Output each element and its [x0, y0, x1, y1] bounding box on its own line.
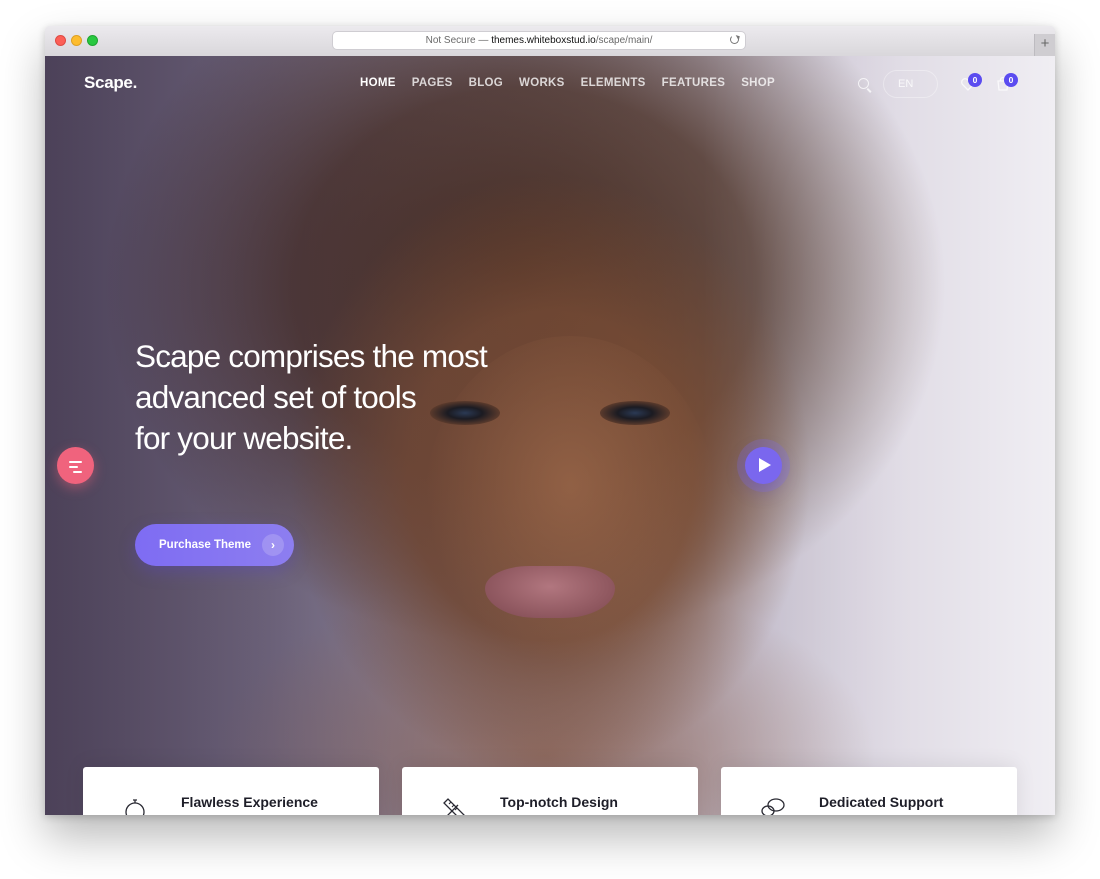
stopwatch-icon [125, 799, 145, 815]
feature-title: Dedicated Support [819, 794, 944, 810]
url-host: themes.whiteboxstud.io [491, 35, 596, 46]
language-selector[interactable]: EN [883, 70, 938, 98]
address-bar[interactable]: Not Secure — themes.whiteboxstud.io/scap… [333, 32, 745, 49]
nav-item-elements[interactable]: ELEMENTS [581, 77, 646, 89]
maximize-window-button[interactable] [87, 35, 98, 46]
side-menu-button[interactable] [57, 447, 94, 484]
site-logo[interactable]: Scape. [84, 73, 137, 93]
nav-item-pages[interactable]: PAGES [412, 77, 453, 89]
security-label: Not Secure [425, 35, 476, 46]
search-icon[interactable] [858, 78, 869, 89]
browser-titlebar: Not Secure — themes.whiteboxstud.io/scap… [45, 26, 1055, 57]
chat-bubbles-icon [761, 798, 785, 815]
cart-count-badge: 0 [1004, 73, 1018, 87]
main-nav: HOME PAGES BLOG WORKS ELEMENTS FEATURES … [360, 77, 791, 89]
chevron-right-icon: › [262, 534, 284, 556]
menu-lines-icon [69, 461, 82, 463]
hero-photo-lips [485, 566, 615, 618]
reload-icon[interactable] [730, 35, 739, 44]
feature-card[interactable]: Dedicated Support [721, 767, 1017, 815]
feature-title: Flawless Experience [181, 794, 318, 810]
hero-photo-eye [600, 401, 670, 425]
wishlist-count-badge: 0 [968, 73, 982, 87]
browser-window: Not Secure — themes.whiteboxstud.io/scap… [45, 26, 1055, 815]
purchase-theme-button[interactable]: Purchase Theme › [135, 524, 294, 566]
purchase-theme-label: Purchase Theme [159, 539, 252, 551]
menu-lines-icon [69, 466, 78, 468]
feature-title: Top-notch Design [500, 794, 618, 810]
hero-headline-line: for your website. [135, 420, 353, 456]
hero-headline-line: Scape comprises the most [135, 338, 488, 374]
play-video-button[interactable] [745, 447, 782, 484]
menu-lines-icon [73, 471, 82, 473]
hero-headline: Scape comprises the most advanced set of… [135, 336, 555, 459]
hero-headline-line: advanced set of tools [135, 379, 417, 415]
ruler-pencil-icon [443, 798, 465, 815]
minimize-window-button[interactable] [71, 35, 82, 46]
feature-card[interactable]: Top-notch Design [402, 767, 698, 815]
new-tab-button[interactable]: + [1034, 34, 1055, 56]
nav-item-blog[interactable]: BLOG [469, 77, 503, 89]
nav-item-home[interactable]: HOME [360, 77, 396, 89]
feature-card[interactable]: Flawless Experience [83, 767, 379, 815]
nav-item-features[interactable]: FEATURES [662, 77, 726, 89]
page-viewport: Scape. HOME PAGES BLOG WORKS ELEMENTS FE… [45, 56, 1055, 815]
url-path: /scape/main/ [595, 35, 653, 46]
close-window-button[interactable] [55, 35, 66, 46]
url-separator: — [475, 35, 492, 46]
nav-item-shop[interactable]: SHOP [741, 77, 775, 89]
nav-item-works[interactable]: WORKS [519, 77, 565, 89]
